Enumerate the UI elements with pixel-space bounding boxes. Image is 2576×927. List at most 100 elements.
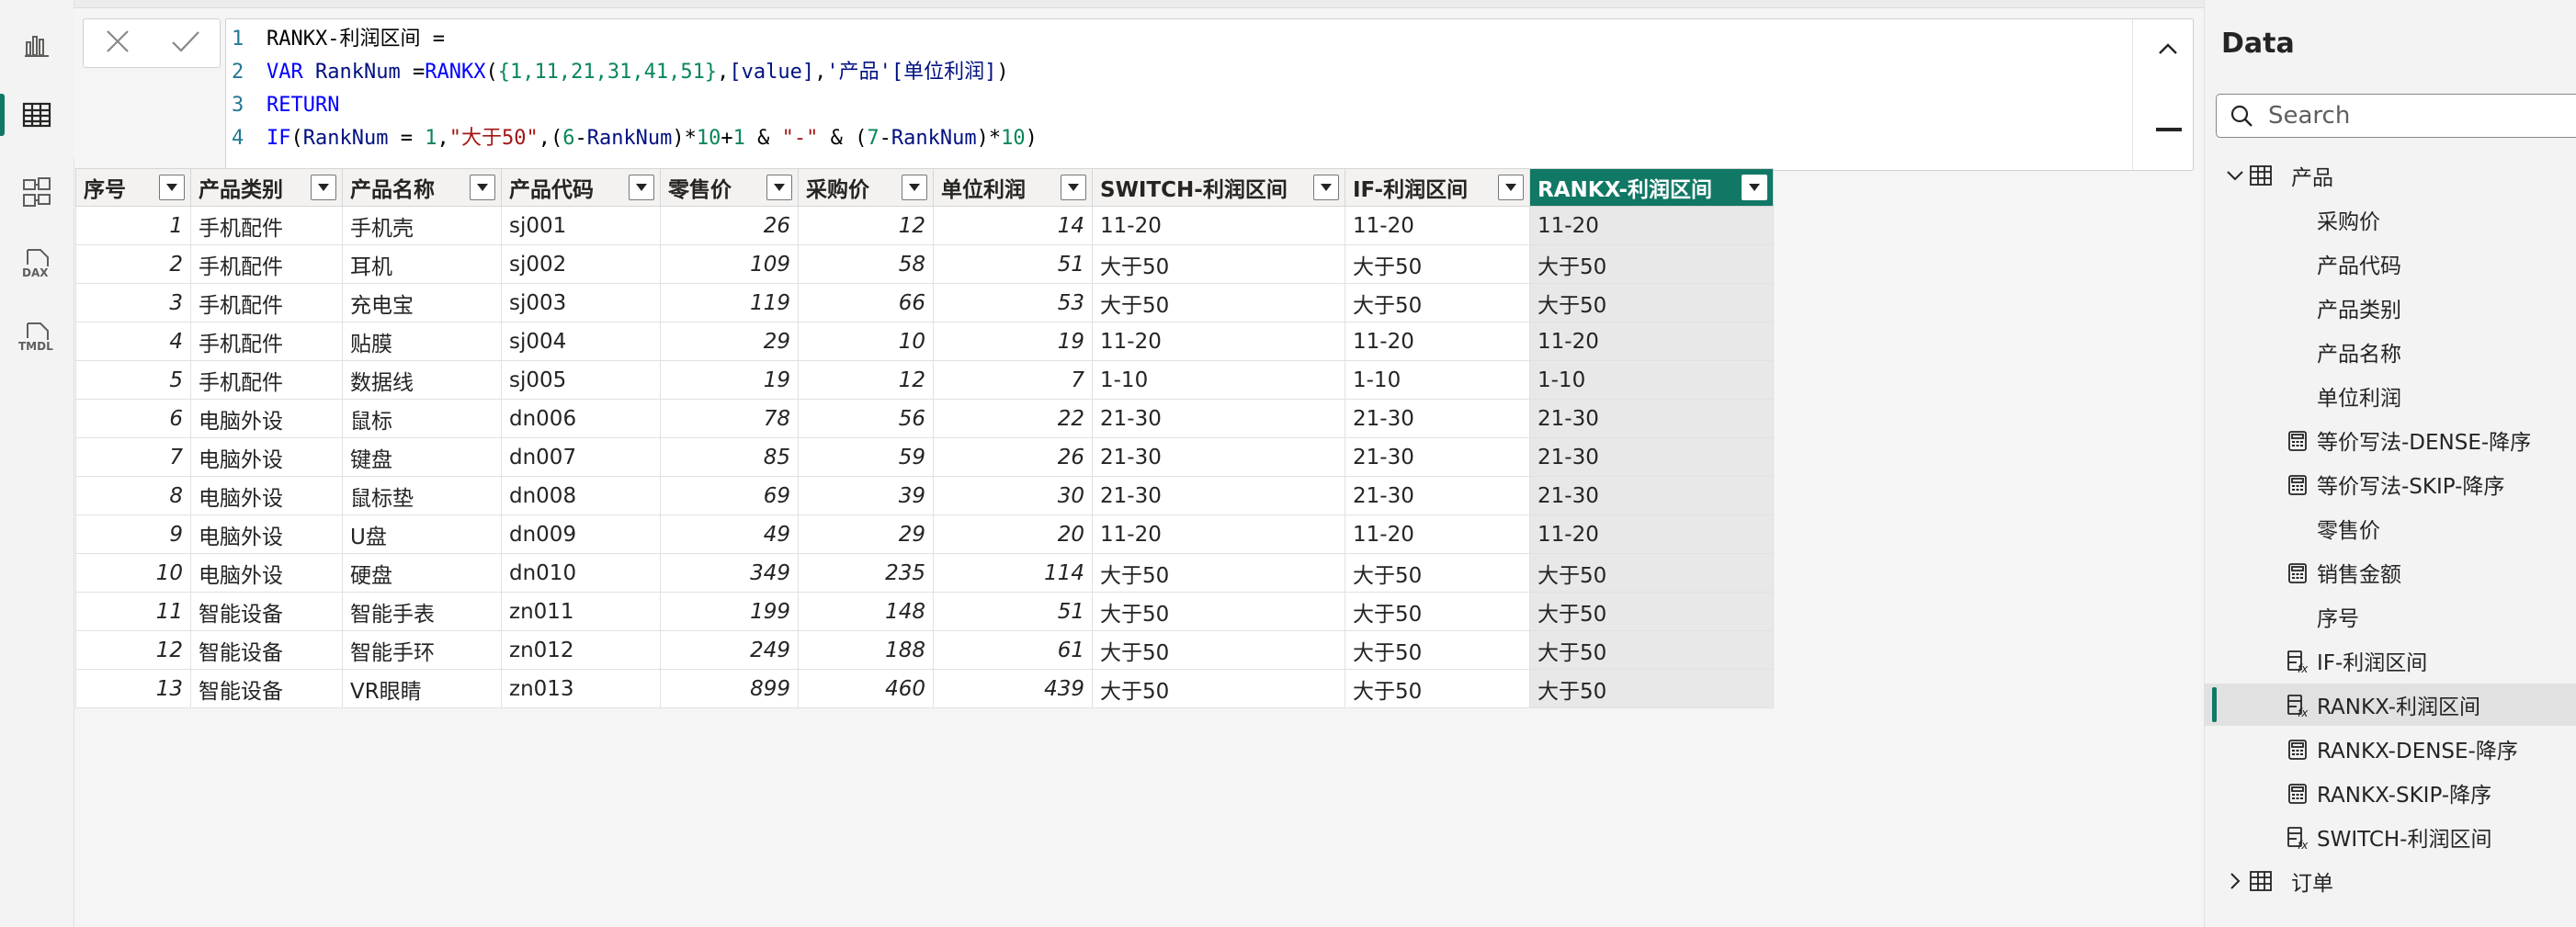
table-row[interactable]: 7 电脑外设 键盘 dn007 85 59 26 21-30 21-30 21-30 — [75, 437, 1774, 477]
expand-formula-icon[interactable] — [2156, 128, 2182, 131]
table-cell[interactable]: 349 — [660, 553, 799, 593]
table-cell[interactable]: zn013 — [501, 669, 661, 708]
table-cell[interactable]: 20 — [933, 514, 1093, 554]
collapse-formula-button[interactable] — [2152, 34, 2184, 65]
table-cell[interactable]: 460 — [798, 669, 934, 708]
column-header[interactable]: RANKX-利润区间 — [1529, 168, 1774, 207]
table-row[interactable]: 8 电脑外设 鼠标垫 dn008 69 39 30 21-30 21-30 21-30 — [75, 476, 1774, 515]
table-cell[interactable]: 56 — [798, 399, 934, 438]
table-cell[interactable]: 电脑外设 — [190, 514, 343, 554]
table-cell[interactable]: 69 — [660, 476, 799, 515]
column-header[interactable]: SWITCH-利润区间 — [1092, 168, 1345, 207]
table-node[interactable]: 订单 — [2205, 860, 2576, 902]
table-cell[interactable]: 29 — [660, 322, 799, 361]
table-cell[interactable]: dn006 — [501, 399, 661, 438]
table-cell[interactable]: 智能设备 — [190, 592, 343, 631]
cancel-button[interactable] — [92, 23, 143, 63]
table-cell[interactable]: 61 — [933, 630, 1093, 670]
table-cell[interactable]: 11-20 — [1529, 206, 1774, 245]
table-cell[interactable]: 21-30 — [1092, 476, 1345, 515]
table-cell[interactable]: 12 — [798, 360, 934, 400]
search-input[interactable] — [2266, 101, 2546, 130]
field-item[interactable]: 销售金额 — [2205, 551, 2576, 594]
table-cell[interactable]: 1-10 — [1092, 360, 1345, 400]
table-cell[interactable]: 大于50 — [1092, 669, 1345, 708]
table-cell[interactable]: 手机配件 — [190, 360, 343, 400]
tmdl-view-button[interactable]: TMDL — [0, 309, 74, 369]
table-row[interactable]: 3 手机配件 充电宝 sj003 119 66 53 大于50 大于50 大于50 — [75, 283, 1774, 322]
table-cell[interactable]: 11-20 — [1092, 322, 1345, 361]
table-cell[interactable]: 249 — [660, 630, 799, 670]
table-cell[interactable]: 贴膜 — [342, 322, 502, 361]
column-header[interactable]: 采购价 — [798, 168, 934, 207]
filter-dropdown-button[interactable] — [159, 175, 185, 200]
table-cell[interactable]: 21-30 — [1529, 399, 1774, 438]
table-row[interactable]: 1 手机配件 手机壳 sj001 26 12 14 11-20 11-20 11-20 — [75, 206, 1774, 245]
dax-query-view-button[interactable]: DAX — [0, 235, 74, 296]
table-cell[interactable]: 19 — [933, 322, 1093, 361]
commit-button[interactable] — [160, 23, 211, 63]
table-cell[interactable]: 键盘 — [342, 437, 502, 477]
table-cell[interactable]: 51 — [933, 592, 1093, 631]
table-cell[interactable]: 9 — [75, 514, 191, 554]
table-row[interactable]: 5 手机配件 数据线 sj005 19 12 7 1-10 1-10 1-10 — [75, 360, 1774, 400]
table-cell[interactable]: 1 — [75, 206, 191, 245]
table-cell[interactable]: zn011 — [501, 592, 661, 631]
table-cell[interactable]: 充电宝 — [342, 283, 502, 322]
table-row[interactable]: 2 手机配件 耳机 sj002 109 58 51 大于50 大于50 大于50 — [75, 244, 1774, 284]
table-cell[interactable]: 148 — [798, 592, 934, 631]
table-cell[interactable]: 智能设备 — [190, 669, 343, 708]
table-cell[interactable]: 电脑外设 — [190, 553, 343, 593]
table-cell[interactable]: VR眼睛 — [342, 669, 502, 708]
chevron-right-icon[interactable] — [2225, 871, 2245, 891]
field-item[interactable]: 单位利润 — [2205, 375, 2576, 417]
table-cell[interactable]: sj004 — [501, 322, 661, 361]
filter-dropdown-button[interactable] — [629, 175, 654, 200]
table-cell[interactable]: 大于50 — [1529, 669, 1774, 708]
table-cell[interactable]: 电脑外设 — [190, 476, 343, 515]
table-cell[interactable]: 59 — [798, 437, 934, 477]
table-cell[interactable]: 电脑外设 — [190, 399, 343, 438]
table-cell[interactable]: 硬盘 — [342, 553, 502, 593]
table-cell[interactable]: 手机壳 — [342, 206, 502, 245]
table-row[interactable]: 11 智能设备 智能手表 zn011 199 148 51 大于50 大于50 大于50 — [75, 592, 1774, 631]
column-header[interactable]: 产品类别 — [190, 168, 343, 207]
table-cell[interactable]: 439 — [933, 669, 1093, 708]
table-cell[interactable]: 21-30 — [1345, 437, 1530, 477]
table-cell[interactable]: 12 — [75, 630, 191, 670]
table-cell[interactable]: 53 — [933, 283, 1093, 322]
table-cell[interactable]: 899 — [660, 669, 799, 708]
table-cell[interactable]: U盘 — [342, 514, 502, 554]
table-cell[interactable]: 大于50 — [1529, 244, 1774, 284]
table-cell[interactable]: 11-20 — [1345, 514, 1530, 554]
table-cell[interactable]: 66 — [798, 283, 934, 322]
field-item[interactable]: 产品名称 — [2205, 331, 2576, 373]
chevron-down-icon[interactable] — [2225, 165, 2245, 186]
table-cell[interactable]: 5 — [75, 360, 191, 400]
table-cell[interactable]: 大于50 — [1529, 630, 1774, 670]
table-cell[interactable]: 智能手表 — [342, 592, 502, 631]
table-cell[interactable]: 手机配件 — [190, 283, 343, 322]
column-header[interactable]: 序号 — [75, 168, 191, 207]
table-cell[interactable]: 大于50 — [1345, 630, 1530, 670]
table-cell[interactable]: 手机配件 — [190, 322, 343, 361]
table-cell[interactable]: 11-20 — [1345, 322, 1530, 361]
table-cell[interactable]: 大于50 — [1345, 592, 1530, 631]
report-view-button[interactable] — [0, 15, 74, 75]
table-cell[interactable]: 26 — [660, 206, 799, 245]
table-cell[interactable]: 大于50 — [1529, 553, 1774, 593]
table-cell[interactable]: 7 — [933, 360, 1093, 400]
column-header[interactable]: IF-利润区间 — [1345, 168, 1530, 207]
table-cell[interactable]: 8 — [75, 476, 191, 515]
table-cell[interactable]: 58 — [798, 244, 934, 284]
table-cell[interactable]: 78 — [660, 399, 799, 438]
table-cell[interactable]: 大于50 — [1092, 553, 1345, 593]
table-cell[interactable]: 大于50 — [1345, 244, 1530, 284]
table-cell[interactable]: 4 — [75, 322, 191, 361]
filter-dropdown-button[interactable] — [766, 175, 792, 200]
column-header[interactable]: 产品名称 — [342, 168, 502, 207]
field-item[interactable]: 产品类别 — [2205, 287, 2576, 329]
table-cell[interactable]: 手机配件 — [190, 244, 343, 284]
table-row[interactable]: 4 手机配件 贴膜 sj004 29 10 19 11-20 11-20 11-20 — [75, 322, 1774, 361]
field-item[interactable]: RANKX-SKIP-降序 — [2205, 772, 2576, 814]
